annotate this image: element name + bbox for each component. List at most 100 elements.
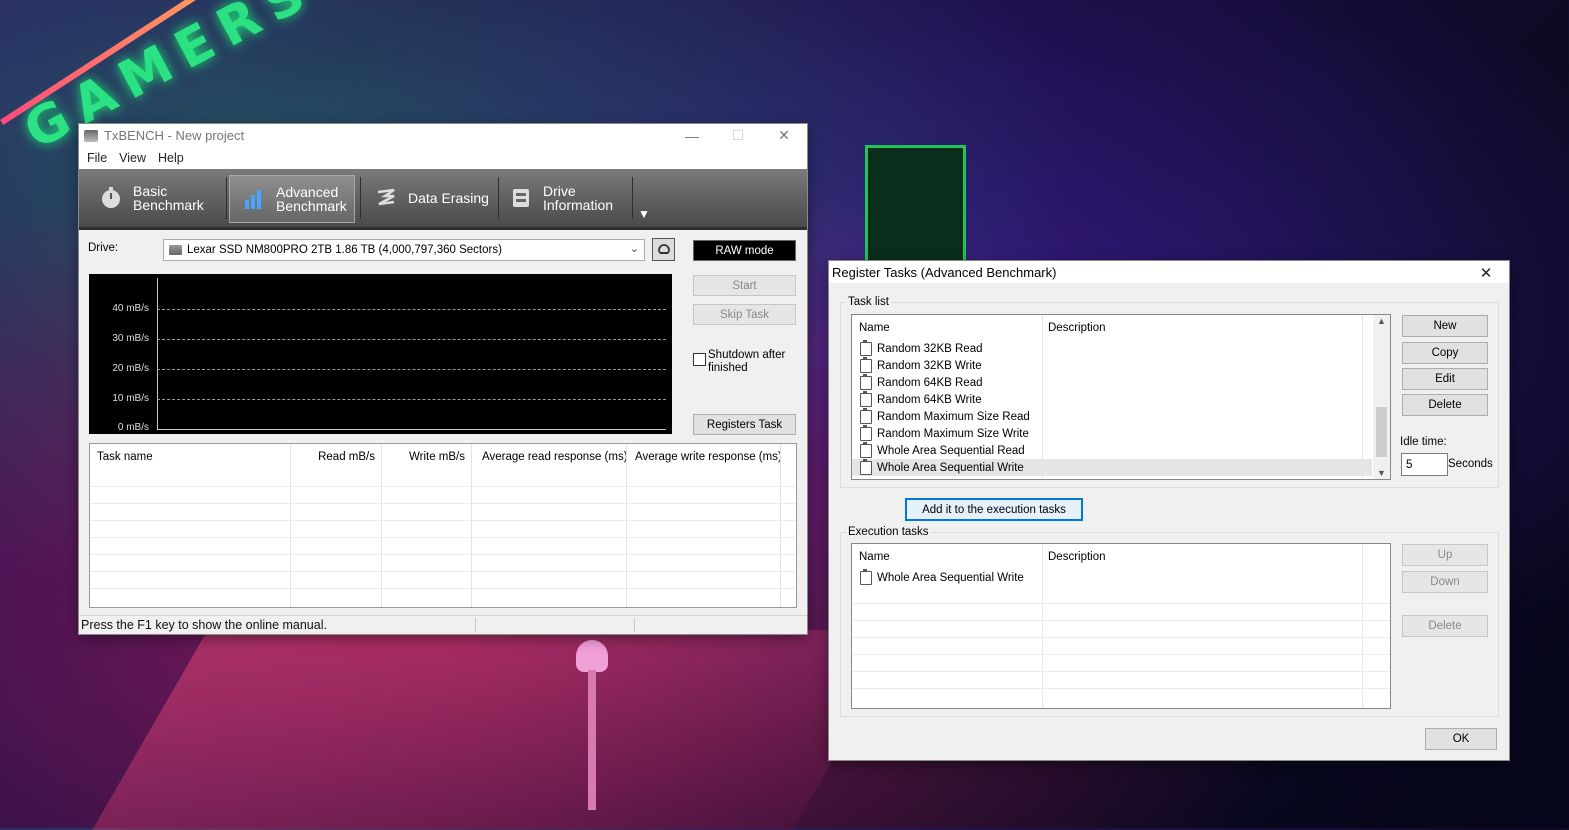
list-item[interactable]: Random 32KB Read <box>852 339 1372 357</box>
title-bar[interactable]: TxBENCH - New project — ☐ ✕ <box>79 124 807 147</box>
row-divider <box>90 503 796 504</box>
graph-gridline <box>157 309 666 310</box>
col-read[interactable]: Read mB/s <box>290 444 375 470</box>
col-description[interactable]: Description <box>1048 548 1106 565</box>
toolbar-separator <box>632 177 633 219</box>
close-button[interactable]: ✕ <box>761 124 807 147</box>
delete-execution-button[interactable]: Delete <box>1402 615 1488 637</box>
registers-task-button[interactable]: Registers Task <box>693 414 796 435</box>
graph-y-label: 30 mB/s <box>112 333 149 344</box>
ok-button[interactable]: OK <box>1425 728 1497 750</box>
maximize-button[interactable]: ☐ <box>715 124 761 147</box>
graph-gridline <box>157 399 666 400</box>
idle-time-label: Idle time: <box>1400 436 1447 448</box>
scroll-up-icon[interactable]: ▲ <box>1377 316 1386 326</box>
start-button[interactable]: Start <box>693 275 796 296</box>
task-name: Random Maximum Size Write <box>877 427 1029 440</box>
list-item[interactable]: Random Maximum Size Read <box>852 407 1372 425</box>
task-name: Whole Area Sequential Write <box>877 461 1024 474</box>
drive-label: Drive: <box>88 242 119 254</box>
toolbar-dropdown-arrow-icon[interactable]: ▼ <box>638 207 650 221</box>
col-task-name[interactable]: Task name <box>97 444 153 470</box>
dialog-title: Register Tasks (Advanced Benchmark) <box>832 264 1057 280</box>
column-divider <box>626 444 627 607</box>
skip-task-button[interactable]: Skip Task <box>693 304 796 325</box>
delete-task-button[interactable]: Delete <box>1402 394 1488 416</box>
new-task-button[interactable]: New <box>1402 315 1488 337</box>
status-separator <box>634 618 635 632</box>
col-avg-write-response[interactable]: Average write response (ms) <box>635 444 782 470</box>
drive-select[interactable]: Lexar SSD NM800PRO 2TB 1.86 TB (4,000,79… <box>163 239 645 261</box>
task-icon <box>860 373 872 390</box>
tab-basic-benchmark[interactable]: Basic Benchmark <box>87 175 221 221</box>
col-name[interactable]: Name <box>859 319 890 336</box>
col-write[interactable]: Write mB/s <box>381 444 465 470</box>
refresh-drives-button[interactable] <box>652 238 675 261</box>
graph-y-label: 10 mB/s <box>112 393 149 404</box>
task-list[interactable]: Name Description Random 32KB Read Random… <box>851 314 1391 480</box>
idle-time-field[interactable]: 5 <box>1401 453 1448 476</box>
menu-help[interactable]: Help <box>152 151 190 165</box>
add-to-execution-button[interactable]: Add it to the execution tasks <box>905 498 1083 521</box>
list-item[interactable]: Whole Area Sequential Read <box>852 441 1372 459</box>
row-divider <box>852 620 1390 621</box>
tab-drive-information[interactable]: Drive Information <box>497 175 629 221</box>
list-item[interactable]: Random 32KB Write <box>852 356 1372 374</box>
wallpaper-lamp <box>588 670 596 810</box>
status-separator <box>475 618 476 632</box>
refresh-icon <box>657 243 670 254</box>
menu-view[interactable]: View <box>113 151 152 165</box>
throughput-graph: 40 mB/s 30 mB/s 20 mB/s 10 mB/s 0 mB/s <box>89 274 672 434</box>
drive-select-value: Lexar SSD NM800PRO 2TB 1.86 TB (4,000,79… <box>187 244 502 256</box>
tab-advanced-benchmark[interactable]: Advanced Benchmark <box>229 175 355 223</box>
menu-file[interactable]: File <box>81 151 113 165</box>
task-name: Whole Area Sequential Write <box>877 571 1024 584</box>
dialog-title-bar[interactable]: Register Tasks (Advanced Benchmark) ✕ <box>829 261 1509 283</box>
row-divider <box>852 671 1390 672</box>
task-icon <box>860 339 872 356</box>
graph-y-label: 20 mB/s <box>112 363 149 374</box>
copy-task-button[interactable]: Copy <box>1402 342 1488 364</box>
drive-icon <box>169 245 182 255</box>
stopwatch-icon <box>99 186 123 210</box>
graph-x-axis <box>157 429 666 430</box>
col-name[interactable]: Name <box>859 548 890 565</box>
task-icon <box>860 424 872 441</box>
list-item-selected[interactable]: Whole Area Sequential Write <box>852 458 1372 476</box>
list-item[interactable]: Whole Area Sequential Write <box>852 568 1372 586</box>
list-item[interactable]: Random 64KB Write <box>852 390 1372 408</box>
wallpaper-lampshade <box>576 640 608 672</box>
shutdown-checkbox[interactable] <box>693 353 706 366</box>
row-divider <box>90 537 796 538</box>
drive-info-icon <box>509 186 533 210</box>
task-name: Whole Area Sequential Read <box>877 444 1025 457</box>
list-item[interactable]: Random Maximum Size Write <box>852 424 1372 442</box>
menu-bar: File View Help <box>79 147 807 169</box>
tab-data-erasing[interactable]: Data Erasing <box>362 175 492 221</box>
list-item[interactable]: Random 64KB Read <box>852 373 1372 391</box>
row-divider <box>852 637 1390 638</box>
tab-advanced-line2: Benchmark <box>276 198 347 214</box>
execution-task-list[interactable]: Name Description Whole Area Sequential W… <box>851 543 1391 709</box>
row-divider <box>90 520 796 521</box>
col-description[interactable]: Description <box>1048 319 1106 336</box>
move-down-button[interactable]: Down <box>1402 571 1488 593</box>
row-divider <box>90 554 796 555</box>
row-divider <box>852 603 1390 604</box>
status-bar: Press the F1 key to show the online manu… <box>79 615 807 634</box>
idle-time-unit: Seconds <box>1448 458 1493 470</box>
dialog-close-icon[interactable]: ✕ <box>1463 261 1509 284</box>
move-up-button[interactable]: Up <box>1402 544 1488 566</box>
raw-mode-toggle[interactable]: RAW mode <box>693 240 796 261</box>
column-divider <box>471 444 472 607</box>
tab-basic-line2: Benchmark <box>133 197 204 213</box>
task-icon <box>860 568 872 585</box>
task-list-scrollbar[interactable]: ▲ ▼ <box>1373 315 1390 479</box>
edit-task-button[interactable]: Edit <box>1402 368 1488 390</box>
col-avg-read-response[interactable]: Average read response (ms) <box>482 444 628 470</box>
scroll-thumb[interactable] <box>1376 407 1387 457</box>
scroll-down-icon[interactable]: ▼ <box>1377 468 1386 478</box>
task-icon <box>860 390 872 407</box>
graph-y-label: 0 mB/s <box>117 422 149 433</box>
minimize-button[interactable]: — <box>669 124 715 147</box>
